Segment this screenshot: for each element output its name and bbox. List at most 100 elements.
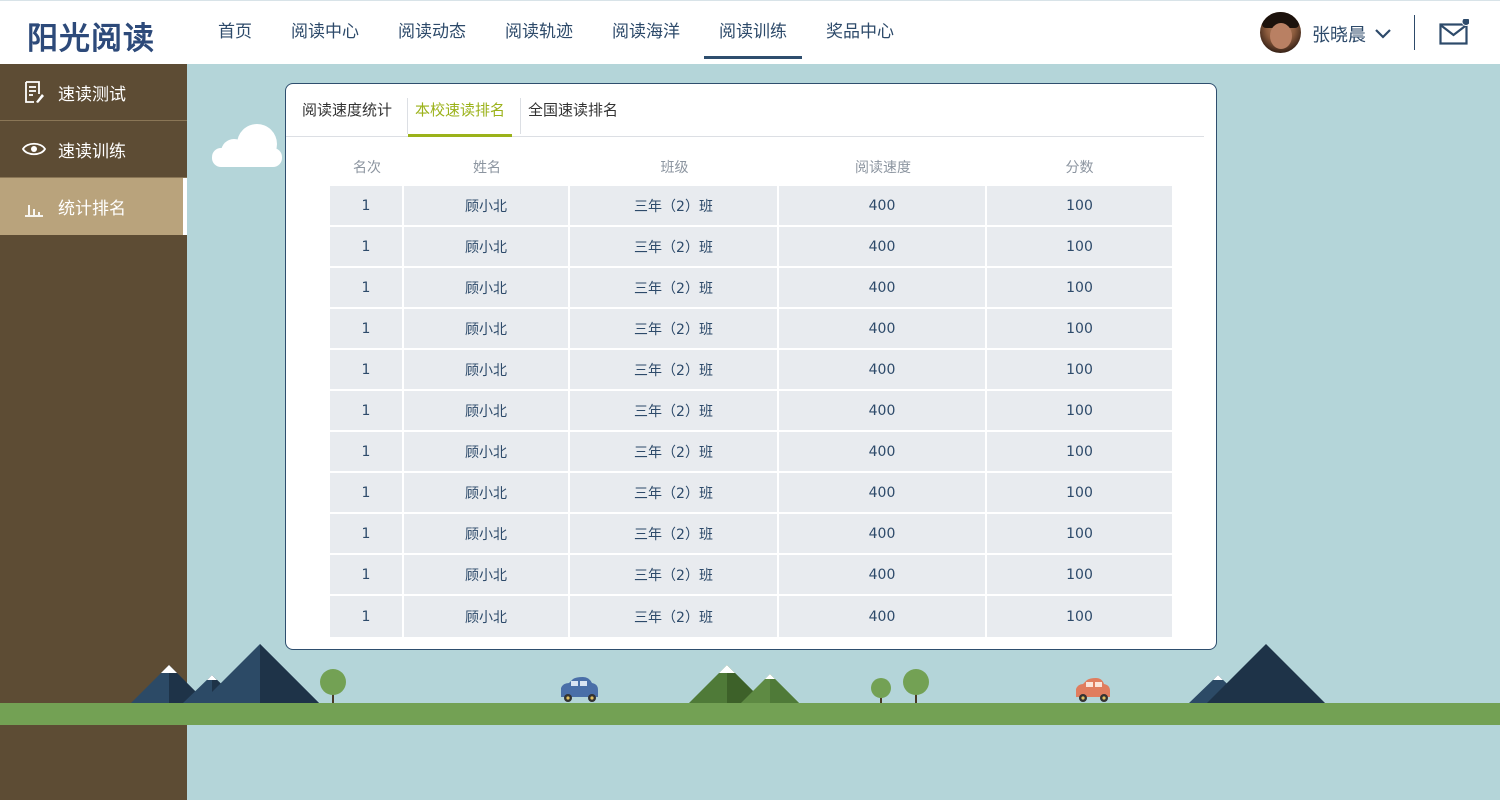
cell-score: 100 bbox=[987, 432, 1172, 473]
tab-bar: 阅读速度统计 本校速读排名 全国速读排名 bbox=[286, 84, 1204, 137]
cell-score: 100 bbox=[987, 227, 1172, 268]
cell-name: 顾小北 bbox=[404, 391, 570, 432]
cell-class: 三年（2）班 bbox=[570, 514, 779, 555]
cell-rank: 1 bbox=[330, 596, 404, 637]
cell-speed: 400 bbox=[779, 268, 987, 309]
cell-rank: 1 bbox=[330, 309, 404, 350]
nav-item-reading-training[interactable]: 阅读训练 bbox=[704, 1, 802, 59]
table-row: 1 顾小北 三年（2）班 400 100 bbox=[330, 186, 1172, 227]
nav-item-reading-news[interactable]: 阅读动态 bbox=[383, 1, 481, 59]
table-row: 1 顾小北 三年（2）班 400 100 bbox=[330, 227, 1172, 268]
cell-rank: 1 bbox=[330, 432, 404, 473]
cell-class: 三年（2）班 bbox=[570, 350, 779, 391]
nav-item-reading-center[interactable]: 阅读中心 bbox=[276, 1, 374, 59]
cell-class: 三年（2）班 bbox=[570, 473, 779, 514]
cell-speed: 400 bbox=[779, 555, 987, 596]
cell-name: 顾小北 bbox=[404, 350, 570, 391]
cell-rank: 1 bbox=[330, 391, 404, 432]
cell-class: 三年（2）班 bbox=[570, 432, 779, 473]
cell-speed: 400 bbox=[779, 309, 987, 350]
column-header-name: 姓名 bbox=[473, 160, 501, 176]
sidebar-item-speed-test[interactable]: 速读测试 bbox=[0, 64, 187, 121]
tab-national-ranking[interactable]: 全国速读排名 bbox=[521, 84, 625, 136]
sidebar-item-statistics-ranking[interactable]: 统计排名 bbox=[0, 178, 187, 235]
sidebar-item-label: 统计排名 bbox=[58, 199, 126, 219]
cell-class: 三年（2）班 bbox=[570, 227, 779, 268]
ground-strip bbox=[0, 703, 1500, 725]
cell-class: 三年（2）班 bbox=[570, 391, 779, 432]
cell-class: 三年（2）班 bbox=[570, 555, 779, 596]
cell-name: 顾小北 bbox=[404, 309, 570, 350]
table-body: 1 顾小北 三年（2）班 400 100 1 顾小北 三年（2）班 400 100 1 顾小北 三年（2… bbox=[330, 186, 1172, 637]
app-logo[interactable]: 阳光阅读 bbox=[27, 13, 155, 58]
top-bar: 阳光阅读 首页 阅读中心 阅读动态 阅读轨迹 阅读海洋 阅读训练 奖品中心 张晓… bbox=[0, 0, 1500, 64]
cell-speed: 400 bbox=[779, 514, 987, 555]
column-header-rank: 名次 bbox=[353, 160, 381, 176]
cell-score: 100 bbox=[987, 391, 1172, 432]
cell-name: 顾小北 bbox=[404, 473, 570, 514]
ranking-card: 阅读速度统计 本校速读排名 全国速读排名 名次 姓名 班级 阅读速度 分数 1顾… bbox=[285, 83, 1217, 650]
cell-rank: 1 bbox=[330, 473, 404, 514]
column-header-class: 班级 bbox=[660, 160, 689, 176]
cell-speed: 400 bbox=[779, 473, 987, 514]
document-edit-icon bbox=[25, 81, 44, 103]
main-nav: 首页 阅读中心 阅读动态 阅读轨迹 阅读海洋 阅读训练 奖品中心 bbox=[203, 1, 918, 65]
cell-speed: 400 bbox=[779, 350, 987, 391]
cell-rank: 1 bbox=[330, 350, 404, 391]
chevron-down-icon[interactable] bbox=[1374, 26, 1392, 40]
cell-score: 100 bbox=[987, 309, 1172, 350]
cell-rank: 1 bbox=[330, 514, 404, 555]
sidebar-item-speed-training[interactable]: 速读训练 bbox=[0, 121, 187, 178]
bar-chart-icon bbox=[25, 204, 43, 217]
cloud-decoration bbox=[212, 124, 282, 167]
table-row: 1 顾小北 三年（2）班 400 100 bbox=[330, 596, 1172, 637]
cell-speed: 400 bbox=[779, 186, 987, 227]
car-icon bbox=[1076, 678, 1110, 702]
tab-school-ranking[interactable]: 本校速读排名 bbox=[408, 84, 513, 137]
column-header-score: 分数 bbox=[1065, 160, 1094, 176]
avatar[interactable] bbox=[1260, 12, 1301, 53]
nav-item-reading-track[interactable]: 阅读轨迹 bbox=[490, 1, 588, 59]
cell-score: 100 bbox=[987, 268, 1172, 309]
cell-rank: 1 bbox=[330, 227, 404, 268]
car-icon bbox=[561, 677, 598, 702]
cell-score: 100 bbox=[987, 186, 1172, 227]
ranking-table: 名次 姓名 班级 阅读速度 分数 1 顾小北 三年（2）班 400 100 1 顾小北 三年（… bbox=[330, 148, 1172, 637]
cell-name: 顾小北 bbox=[404, 186, 570, 227]
cell-speed: 400 bbox=[779, 227, 987, 268]
user-name[interactable]: 张晓晨 bbox=[1312, 21, 1366, 47]
cell-speed: 400 bbox=[779, 432, 987, 473]
table-row: 1 顾小北 三年（2）班 400 100 bbox=[330, 309, 1172, 350]
cell-speed: 400 bbox=[779, 596, 987, 637]
tab-reading-speed-stats[interactable]: 阅读速度统计 bbox=[295, 84, 399, 136]
nav-item-prize-center[interactable]: 奖品中心 bbox=[811, 1, 909, 59]
cell-name: 顾小北 bbox=[404, 555, 570, 596]
cell-name: 顾小北 bbox=[404, 514, 570, 555]
eye-icon bbox=[22, 142, 46, 156]
cell-name: 顾小北 bbox=[404, 596, 570, 637]
cell-score: 100 bbox=[987, 473, 1172, 514]
nav-item-reading-ocean[interactable]: 阅读海洋 bbox=[597, 1, 695, 59]
table-row: 1 顾小北 三年（2）班 400 100 bbox=[330, 473, 1172, 514]
table-row: 1 顾小北 三年（2）班 400 100 bbox=[330, 350, 1172, 391]
cell-class: 三年（2）班 bbox=[570, 596, 779, 637]
cell-score: 100 bbox=[987, 350, 1172, 391]
sidebar-item-label: 速读测试 bbox=[58, 84, 126, 105]
table-row: 1 顾小北 三年（2）班 400 100 bbox=[330, 555, 1172, 596]
cell-rank: 1 bbox=[330, 555, 404, 596]
cell-score: 100 bbox=[987, 514, 1172, 555]
table-row: 1 顾小北 三年（2）班 400 100 bbox=[330, 432, 1172, 473]
cell-rank: 1 bbox=[330, 268, 404, 309]
table-row: 1 顾小北 三年（2）班 400 100 bbox=[330, 268, 1172, 309]
cell-rank: 1 bbox=[330, 186, 404, 227]
mail-icon[interactable] bbox=[1439, 19, 1469, 45]
cell-class: 三年（2）班 bbox=[570, 186, 779, 227]
table-row: 1 顾小北 三年（2）班 400 100 bbox=[330, 391, 1172, 432]
cell-score: 100 bbox=[987, 555, 1172, 596]
cell-class: 三年（2）班 bbox=[570, 309, 779, 350]
column-header-speed: 阅读速度 bbox=[855, 160, 911, 176]
sidebar-item-label: 速读训练 bbox=[58, 141, 126, 162]
cell-speed: 400 bbox=[779, 391, 987, 432]
nav-item-home[interactable]: 首页 bbox=[203, 1, 267, 59]
table-header-row: 名次 姓名 班级 阅读速度 分数 bbox=[330, 148, 1172, 186]
